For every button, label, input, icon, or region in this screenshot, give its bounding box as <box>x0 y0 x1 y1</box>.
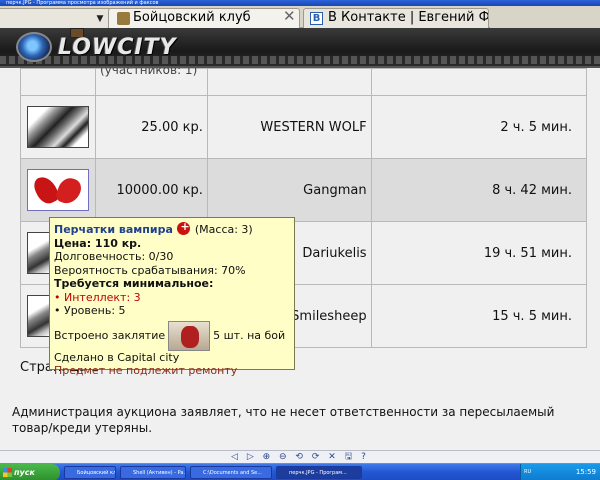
price-cell: 10000.00 кр. <box>94 158 208 222</box>
item-mass: (Масса: 3) <box>194 223 253 236</box>
viewer-toolbar[interactable]: ◁ ▷ ⊕ ⊖ ⟲ ⟳ ✕ 🖫 ? <box>0 450 600 463</box>
vk-favicon-icon: В <box>310 12 323 25</box>
screen: перчк.JPG - Программа просмотра изображе… <box>0 0 600 480</box>
seller-cell <box>206 68 372 96</box>
viewer-toolbar-icons[interactable]: ◁ ▷ ⊕ ⊖ ⟲ ⟳ ✕ 🖫 ? <box>231 452 369 462</box>
item-name: Перчатки вампира <box>54 223 173 236</box>
time-cell: 15 ч. 5 мин. <box>370 284 588 348</box>
game-header: LOWCITY <box>0 28 600 68</box>
item-tooltip: Перчатки вампира (Масса: 3) Цена: 110 кр… <box>49 217 295 377</box>
game-emblem-icon <box>16 32 52 62</box>
windows-taskbar: пуск Бойцовский клуб ... Shell (Активен)… <box>0 463 600 480</box>
tab-vkontakte[interactable]: В В Контакте | Евгений Фили... <box>303 8 489 28</box>
seller-cell: Gangman <box>206 158 372 222</box>
price-cell: 25.00 кр. <box>94 95 208 159</box>
taskbar-task[interactable]: Shell (Активен) - Pa... <box>120 466 186 479</box>
table-row: 25.00 кр. WESTERN WOLF 2 ч. 5 мин. <box>20 95 588 159</box>
table-row: (участников: 1) <box>20 68 588 96</box>
requirements-title: Требуется минимальное: <box>54 277 214 290</box>
spell-scroll-icon <box>168 320 211 351</box>
taskbar-task[interactable]: Бойцовский клуб ... <box>64 466 116 479</box>
taskbar-task-active[interactable]: перчк.JPG - Програм... <box>276 466 362 479</box>
artifact-icon <box>177 220 191 235</box>
item-image-cell <box>20 68 96 96</box>
clock: 15:59 <box>575 468 596 476</box>
system-tray: RU 15:59 <box>520 464 600 480</box>
embedded-spell-line: Встроено заклятие 5 шт. на бой <box>54 320 290 351</box>
seller-cell: WESTERN WOLF <box>206 95 372 159</box>
auction-disclaimer: Администрация аукциона заявляет, что не … <box>12 405 555 435</box>
tab-strip-empty <box>490 8 600 28</box>
time-cell: 2 ч. 5 мин. <box>370 95 588 159</box>
spell-prefix: Встроено заклятие <box>54 328 166 342</box>
browser-tab-strip: ▼ Бойцовский клуб ✕ В В Контакте | Евген… <box>0 6 600 28</box>
language-indicator[interactable]: RU <box>524 464 531 480</box>
item-image-cell <box>20 95 96 159</box>
item-trigger-chance: Вероятность срабатывания: 70% <box>54 263 246 277</box>
price-cell: (участников: 1) <box>94 68 208 96</box>
item-origin: Сделано в Capital city <box>54 350 180 364</box>
requirement-intellect: • Интеллект: 3 <box>54 290 141 304</box>
item-durability: Долговечность: 0/30 <box>54 250 174 263</box>
item-price: Цена: 110 кр. <box>54 236 142 250</box>
game-logo: LOWCITY <box>58 35 177 60</box>
tab-label: В Контакте | Евгений Фили... <box>328 10 489 25</box>
taskbar-task[interactable]: C:\Documents and Se... <box>190 466 272 479</box>
table-row: 10000.00 кр. Gangman 8 ч. 42 мин. <box>20 158 588 222</box>
chevron-down-icon: ▼ <box>96 14 104 24</box>
item-image-cell <box>20 158 96 222</box>
tooltip-title-line: Перчатки вампира (Масса: 3) <box>54 220 290 237</box>
start-button[interactable]: пуск <box>0 464 60 480</box>
close-tab-icon[interactable]: ✕ <box>283 7 296 25</box>
tab-list-dropdown-button[interactable]: ▼ <box>92 11 108 27</box>
tab-fight-club[interactable]: Бойцовский клуб <box>108 8 300 28</box>
requirement-level: • Уровень: 5 <box>54 304 126 317</box>
item-repair-note: Предмет не подлежит ремонту <box>54 364 238 377</box>
vampire-gloves-icon[interactable] <box>26 169 89 211</box>
participants-text: (участников: 1) <box>99 68 198 77</box>
tab-label: Бойцовский клуб <box>133 10 251 25</box>
gloves-icon[interactable] <box>26 106 89 148</box>
spell-count: 5 шт. на бой <box>213 328 286 342</box>
time-cell: 19 ч. 51 мин. <box>370 221 588 285</box>
fight-club-favicon-icon <box>117 12 130 25</box>
time-cell <box>370 68 588 96</box>
time-cell: 8 ч. 42 мин. <box>370 158 588 222</box>
